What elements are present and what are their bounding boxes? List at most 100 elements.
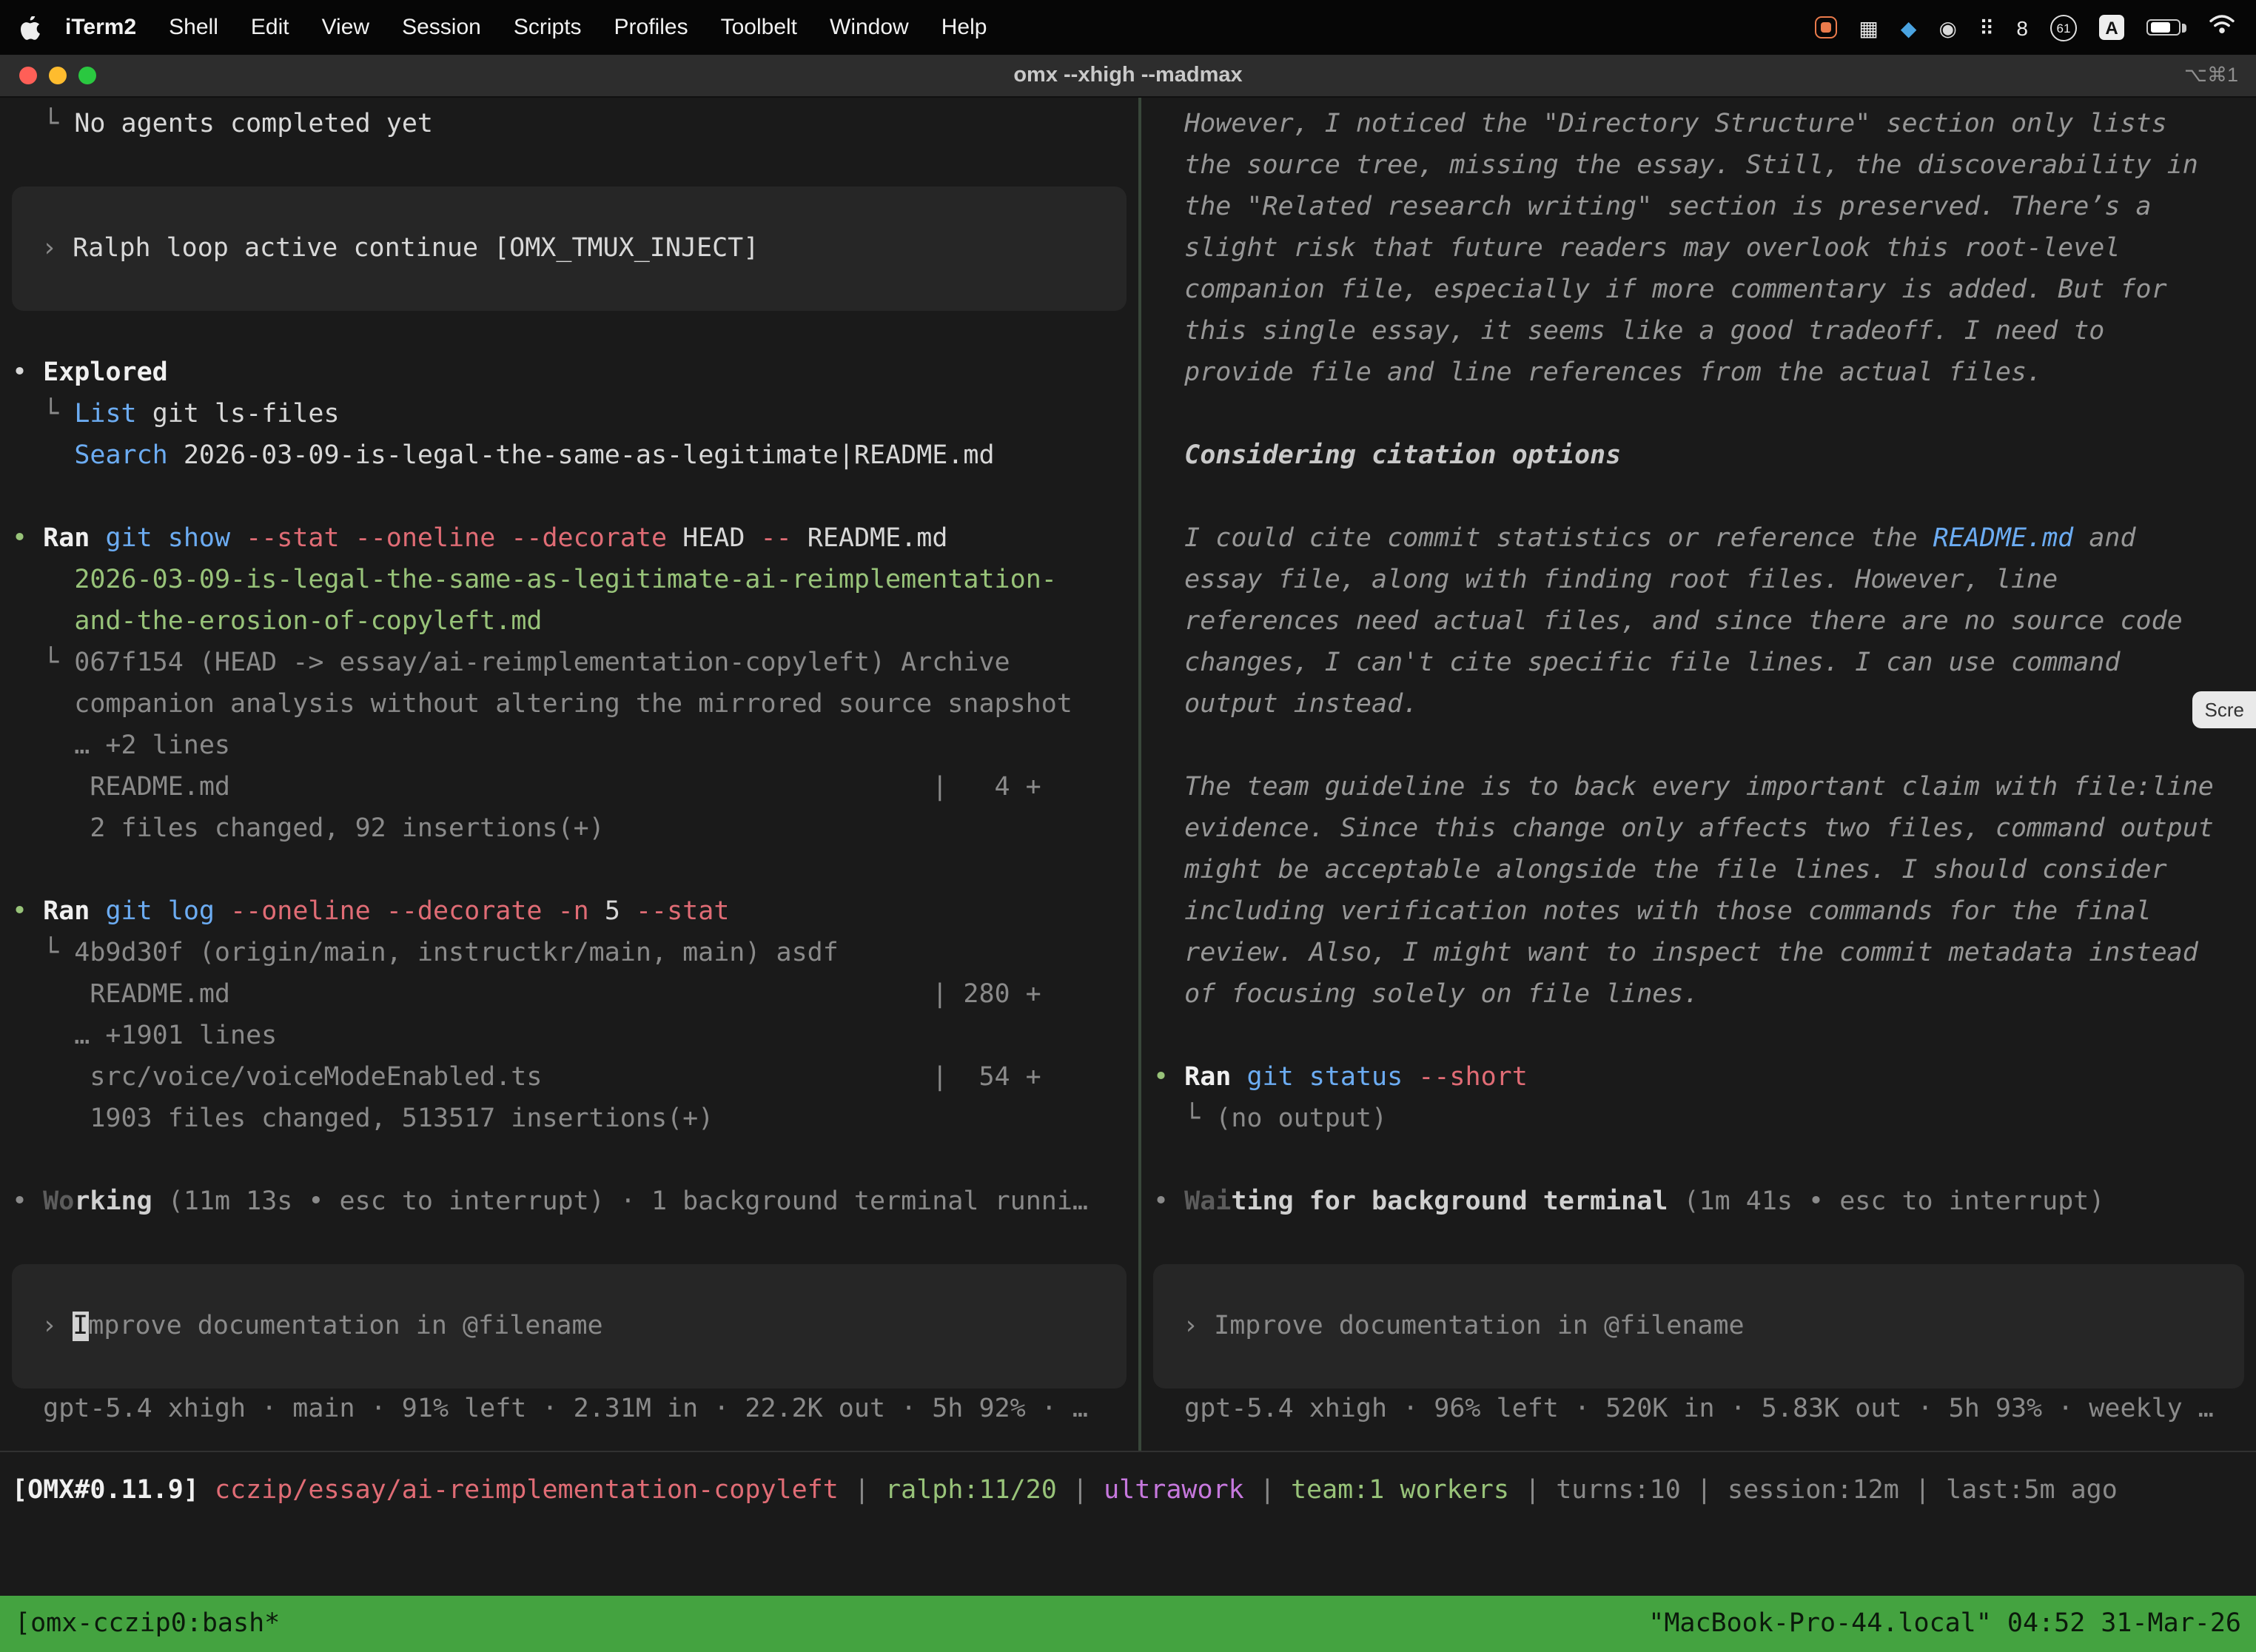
dark-app-icon[interactable]: ◉ (1938, 17, 1956, 38)
menu-view[interactable]: View (306, 15, 386, 40)
terminal-line: including verification notes with those … (1153, 891, 2256, 933)
text-segment: review. Also, I might want to inspect th… (1153, 939, 2198, 968)
terminal-line: README.md | 280 + (12, 974, 1138, 1015)
text-segment: | (1509, 1476, 1556, 1505)
terminal-line: this single essay, it seems like a good … (1153, 311, 2256, 352)
terminal-line: └ 067f154 (HEAD -> essay/ai-reimplementa… (12, 642, 1138, 684)
terminal-line: companion analysis without altering the … (12, 684, 1138, 725)
app-grid-icon[interactable]: ⠿ (1979, 17, 1995, 38)
text-segment: --stat --oneline --decorate (246, 524, 682, 554)
blank-line (1153, 477, 2256, 518)
input-source-badge[interactable]: A (2099, 15, 2124, 40)
menu-toolbelt[interactable]: Toolbelt (705, 15, 813, 40)
tmux-session-label: [omx-cczip0:bash* (15, 1609, 280, 1639)
text-segment: output instead. (1153, 690, 1418, 719)
text-segment: last:5m ago (1946, 1476, 2118, 1505)
prompt-input[interactable]: › Improve documentation in @filename (1153, 1264, 2244, 1389)
window-shortcut-badge: ⌥⌘1 (2184, 64, 2238, 87)
text-segment: README.md (808, 524, 948, 554)
text-segment: provide file and line references from th… (1153, 358, 2042, 388)
text-segment: | (1681, 1476, 1728, 1505)
wifi-icon[interactable] (2209, 15, 2235, 40)
screen-recording-indicator[interactable] (1814, 16, 1836, 38)
text-segment: Wai (1184, 1187, 1231, 1217)
terminal-line: src/voice/voiceModeEnabled.ts | 54 + (12, 1057, 1138, 1098)
text-segment: (11m 13s • esc to interrupt) · 1 backgro… (152, 1187, 1088, 1217)
zoom-button[interactable] (78, 67, 96, 84)
minimize-button[interactable] (49, 67, 67, 84)
text-segment: 2 files changed, 92 insertions(+) (12, 814, 605, 844)
menu-shell[interactable]: Shell (152, 15, 235, 40)
terminal-output-right: However, I noticed the "Directory Struct… (1141, 98, 2256, 1430)
terminal-line: Search 2026-03-09-is-legal-the-same-as-l… (12, 435, 1138, 477)
text-segment: src/voice/voiceModeEnabled.ts | 54 + (12, 1063, 1041, 1092)
terminal-line: • Explored (12, 352, 1138, 394)
text-segment: and (2073, 524, 2135, 554)
text-segment: The team guideline is to back every impo… (1153, 773, 2214, 802)
text-segment: └ 4b9d30f (origin/main, instructkr/main,… (12, 939, 839, 968)
menu-profiles[interactable]: Profiles (598, 15, 705, 40)
text-segment: [OMX#0.11.9] (12, 1476, 215, 1505)
tmux-host-time: "MacBook-Pro-44.local" 04:52 31-Mar-26 (1648, 1609, 2241, 1639)
menu-bar: iTerm2 ShellEditViewSessionScriptsProfil… (0, 0, 2256, 55)
text-segment: › (41, 234, 73, 263)
terminal-line: I could cite commit statistics or refere… (1153, 518, 2256, 560)
text-segment: gpt-5.4 xhigh · 96% left · 520K in · 5.8… (1153, 1394, 2214, 1424)
terminal-line: The team guideline is to back every impo… (1153, 767, 2256, 808)
terminal-line: • Ran git status --short (1153, 1057, 2256, 1098)
terminal-line: provide file and line references from th… (1153, 352, 2256, 394)
text-segment: --stat (636, 897, 729, 927)
text-segment: ting for background terminal (1231, 1187, 1668, 1217)
screen-share-tab[interactable]: Scre (2193, 691, 2256, 728)
text-segment: git ls-files (137, 400, 340, 429)
menu-status-icons: ▦ ◆ ◉ ⠿ 8 61 A (1814, 14, 2235, 41)
terminal-line: … +2 lines (12, 725, 1138, 767)
blank-line (12, 477, 1138, 518)
window-tiling-icon[interactable]: ▦ (1859, 17, 1878, 38)
text-segment: • (12, 524, 43, 554)
text-segment: --short (1418, 1063, 1528, 1092)
terminal-pane-right[interactable]: However, I noticed the "Directory Struct… (1141, 98, 2256, 1451)
text-segment: evidence. Since this change only affects… (1153, 814, 2214, 844)
menu-help[interactable]: Help (925, 15, 1004, 40)
text-segment (12, 565, 74, 595)
terminal-line: [OMX#0.11.9] cczip/essay/ai-reimplementa… (12, 1470, 2256, 1511)
text-segment: └ (12, 110, 74, 139)
text-segment: Ralph loop active continue [OMX_TMUX_INJ… (73, 234, 759, 263)
battery-icon[interactable] (2146, 19, 2181, 36)
text-segment: this single essay, it seems like a good … (1153, 317, 2104, 346)
text-segment: the "Related research writing" section i… (1153, 192, 2152, 222)
text-segment: 5 (605, 897, 636, 927)
text-segment: ultrawork (1104, 1476, 1244, 1505)
text-segment: └ (no output) (1153, 1104, 1387, 1134)
text-segment: README.md | 280 + (12, 980, 1041, 1010)
terminal-line: └ List git ls-files (12, 394, 1138, 435)
terminal-line: gpt-5.4 xhigh · main · 91% left · 2.31M … (12, 1389, 1138, 1430)
text-segment: Improve documentation in @filename (1214, 1312, 1744, 1341)
terminal-line: └ 4b9d30f (origin/main, instructkr/main,… (12, 933, 1138, 974)
terminal-line: and-the-erosion-of-copyleft.md (12, 601, 1138, 642)
text-segment: Ran (43, 524, 105, 554)
apple-menu-icon[interactable] (21, 16, 40, 39)
text-segment: changes, I can't cite specific file line… (1153, 648, 2120, 678)
text-segment: | (1244, 1476, 1291, 1505)
menu-iterm2[interactable]: iTerm2 (49, 15, 152, 40)
close-button[interactable] (19, 67, 37, 84)
prompt-input[interactable]: › Improve documentation in @filename (12, 1264, 1127, 1389)
omx-status-bar: [OMX#0.11.9] cczip/essay/ai-reimplementa… (0, 1452, 2256, 1556)
blue-app-icon[interactable]: ◆ (1901, 17, 1917, 38)
text-segment: › (1183, 1312, 1214, 1341)
text-segment: (1m 41s • esc to interrupt) (1668, 1187, 2104, 1217)
terminal-pane-left[interactable]: └ No agents completed yet› Ralph loop ac… (0, 98, 1138, 1451)
menu-window[interactable]: Window (813, 15, 925, 40)
window-title-bar[interactable]: omx --xhigh --madmax ⌥⌘1 (0, 55, 2256, 98)
menu-session[interactable]: Session (386, 15, 497, 40)
text-segment: the source tree, missing the essay. Stil… (1153, 151, 2198, 181)
screen: iTerm2 ShellEditViewSessionScriptsProfil… (0, 0, 2256, 1652)
stats-badge[interactable]: 8 (2016, 17, 2028, 38)
menu-edit[interactable]: Edit (235, 15, 306, 40)
menu-scripts[interactable]: Scripts (497, 15, 598, 40)
text-segment: └ 067f154 (HEAD -> essay/ai-reimplementa… (12, 648, 1010, 678)
battery-percent-badge[interactable]: 61 (2050, 14, 2077, 41)
terminal-line: README.md | 4 + (12, 767, 1138, 808)
